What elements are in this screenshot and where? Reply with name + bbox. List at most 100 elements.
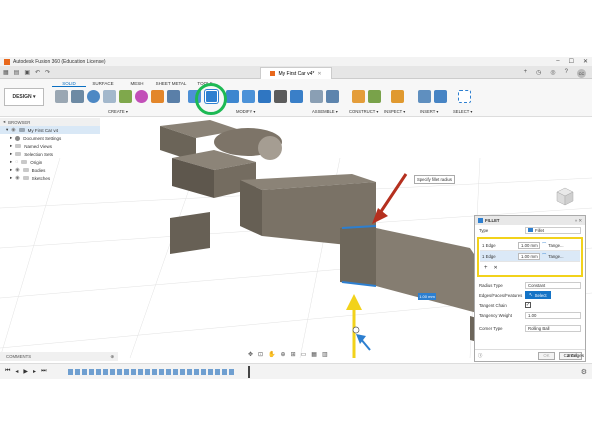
comments-panel[interactable]: COMMENTS ⊕	[0, 352, 118, 361]
chevron-right-icon[interactable]: ▸	[10, 159, 12, 165]
fit-icon[interactable]: ⊞	[291, 351, 296, 358]
grid-menu-icon[interactable]: ▦	[3, 69, 9, 76]
help-icon[interactable]: ?	[565, 69, 568, 78]
group-construct[interactable]: CONSTRUCT ▾	[349, 109, 378, 114]
go-to-end-icon[interactable]: ⏭	[41, 368, 46, 375]
workspace-switcher-button[interactable]: DESIGN ▾	[4, 88, 44, 106]
extrude-icon[interactable]	[71, 90, 84, 103]
viewports-icon[interactable]: ▥	[322, 351, 328, 358]
visibility-eye-icon[interactable]: ◉	[15, 175, 19, 181]
selection-radius-input[interactable]: 1.00 mm	[518, 252, 540, 260]
play-icon[interactable]: ▶	[23, 368, 28, 375]
go-to-start-icon[interactable]: ⏮	[5, 368, 10, 375]
browser-item-bodies[interactable]: ▸ ◉ Bodies	[0, 166, 100, 174]
tab-mesh[interactable]: MESH	[120, 81, 154, 87]
offset-plane-icon[interactable]	[352, 90, 365, 103]
maximize-button[interactable]: ☐	[569, 58, 574, 65]
browser-item-origin[interactable]: ▸ ◌ Origin	[0, 158, 100, 166]
sweep-icon[interactable]	[103, 90, 116, 103]
browser-item-named-views[interactable]: ▸ Named Views	[0, 142, 100, 150]
document-tab[interactable]: My First Car v4* ✕	[260, 67, 332, 79]
timeline-features[interactable]	[68, 369, 234, 375]
fillet-dialog-header[interactable]: FILLET » ✕	[475, 216, 585, 225]
add-comment-icon[interactable]: ⊕	[110, 354, 118, 360]
chevron-right-icon[interactable]: ▸	[10, 135, 12, 141]
tangency-weight-input[interactable]: 1.00	[525, 311, 581, 319]
dialog-controls[interactable]: » ✕	[575, 218, 582, 224]
gear-icon[interactable]: ⚙	[581, 368, 587, 376]
timeline-marker[interactable]	[248, 366, 250, 378]
save-icon[interactable]: ▣	[24, 69, 30, 76]
browser-item-sketches[interactable]: ▸ ◉ Sketches	[0, 174, 100, 182]
visibility-eye-icon[interactable]: ◉	[15, 167, 19, 173]
remove-selection-icon[interactable]: ✕	[494, 265, 498, 271]
browser-header[interactable]: ◂ BROWSER	[0, 118, 100, 126]
tab-surface[interactable]: SURFACE	[86, 81, 120, 87]
continuity-select[interactable]: ⌒ Tange...	[542, 242, 578, 248]
minimize-button[interactable]: –	[556, 58, 559, 65]
group-modify[interactable]: MODIFY ▾	[236, 109, 255, 114]
insert-mesh-icon[interactable]	[434, 90, 447, 103]
close-button[interactable]: ✕	[583, 58, 588, 65]
corner-type-select[interactable]: Rolling Ball	[525, 324, 581, 332]
selection-row-1[interactable]: 1 Edge 1.00 mm ⌒ Tange...	[480, 240, 580, 251]
step-back-icon[interactable]: ◂	[15, 368, 18, 375]
select-icon[interactable]	[458, 90, 471, 103]
viewcube-icon[interactable]	[555, 186, 575, 206]
zoom-icon[interactable]: ⊕	[281, 351, 286, 358]
collapse-icon[interactable]: ◂	[3, 119, 5, 125]
new-tab-icon[interactable]: +	[524, 69, 528, 78]
tab-sheet-metal[interactable]: SHEET METAL	[154, 81, 188, 87]
selection-row-2[interactable]: 1 Edge 1.00 mm ⌒ Tange...	[480, 251, 580, 262]
browser-item-document-settings[interactable]: ▸ Document Settings	[0, 134, 100, 142]
chevron-right-icon[interactable]: ▸	[10, 151, 12, 157]
tangent-chain-checkbox[interactable]: ✓	[525, 302, 531, 308]
ok-button[interactable]: OK	[538, 351, 555, 360]
chevron-right-icon[interactable]: ▸	[10, 167, 12, 173]
grid-settings-icon[interactable]: ▦	[311, 351, 317, 358]
visibility-eye-icon[interactable]: ◌	[15, 159, 18, 165]
redo-icon[interactable]: ↷	[45, 69, 50, 76]
type-select[interactable]: Fillet	[525, 226, 581, 234]
as-built-joint-icon[interactable]	[326, 90, 339, 103]
move-icon[interactable]	[274, 90, 287, 103]
tab-solid[interactable]: SOLID	[52, 81, 86, 87]
group-inspect[interactable]: INSPECT ▾	[384, 109, 405, 114]
shell-icon[interactable]	[242, 90, 255, 103]
notifications-icon[interactable]: ◷	[536, 69, 541, 78]
select-edges-button[interactable]: ↖ Select	[525, 291, 551, 299]
combine-icon[interactable]	[258, 90, 271, 103]
orbit-icon[interactable]: ✥	[248, 351, 253, 358]
group-create[interactable]: CREATE ▾	[108, 109, 128, 114]
chevron-right-icon[interactable]: ▸	[10, 143, 12, 149]
measure-icon[interactable]	[391, 90, 404, 103]
sketch-icon[interactable]	[119, 90, 132, 103]
primitive-icon[interactable]	[167, 90, 180, 103]
pattern-icon[interactable]	[151, 90, 164, 103]
browser-item-selection-sets[interactable]: ▸ Selection Sets	[0, 150, 100, 158]
continuity-select[interactable]: ⌒ Tange...	[542, 253, 578, 259]
axis-icon[interactable]	[368, 90, 381, 103]
pan-icon[interactable]: ✋	[268, 351, 275, 358]
radius-heads-up-input[interactable]: 1.00 mm	[418, 293, 436, 300]
step-forward-icon[interactable]: ▸	[33, 368, 36, 375]
info-icon[interactable]: ⓘ	[478, 353, 482, 359]
selection-radius-input[interactable]: 1.00 mm	[518, 241, 540, 249]
revolve-icon[interactable]	[87, 90, 100, 103]
group-insert[interactable]: INSERT ▾	[420, 109, 438, 114]
job-status-icon[interactable]: ◎	[550, 69, 555, 78]
look-at-icon[interactable]: ⊡	[258, 351, 263, 358]
align-icon[interactable]	[290, 90, 303, 103]
browser-item-root[interactable]: ▾ ◉ My First Car v4	[0, 126, 100, 134]
group-select[interactable]: SELECT ▾	[453, 109, 472, 114]
add-selection-icon[interactable]: +	[484, 265, 488, 271]
close-tab-icon[interactable]: ✕	[317, 71, 321, 77]
new-joint-icon[interactable]	[310, 90, 323, 103]
group-assemble[interactable]: ASSEMBLE ▾	[312, 109, 338, 114]
undo-icon[interactable]: ↶	[35, 69, 40, 76]
chevron-down-icon[interactable]: ▾	[6, 127, 8, 133]
new-component-icon[interactable]	[55, 90, 68, 103]
chevron-right-icon[interactable]: ▸	[10, 175, 12, 181]
chamfer-icon[interactable]	[226, 90, 239, 103]
form-icon[interactable]	[135, 90, 148, 103]
